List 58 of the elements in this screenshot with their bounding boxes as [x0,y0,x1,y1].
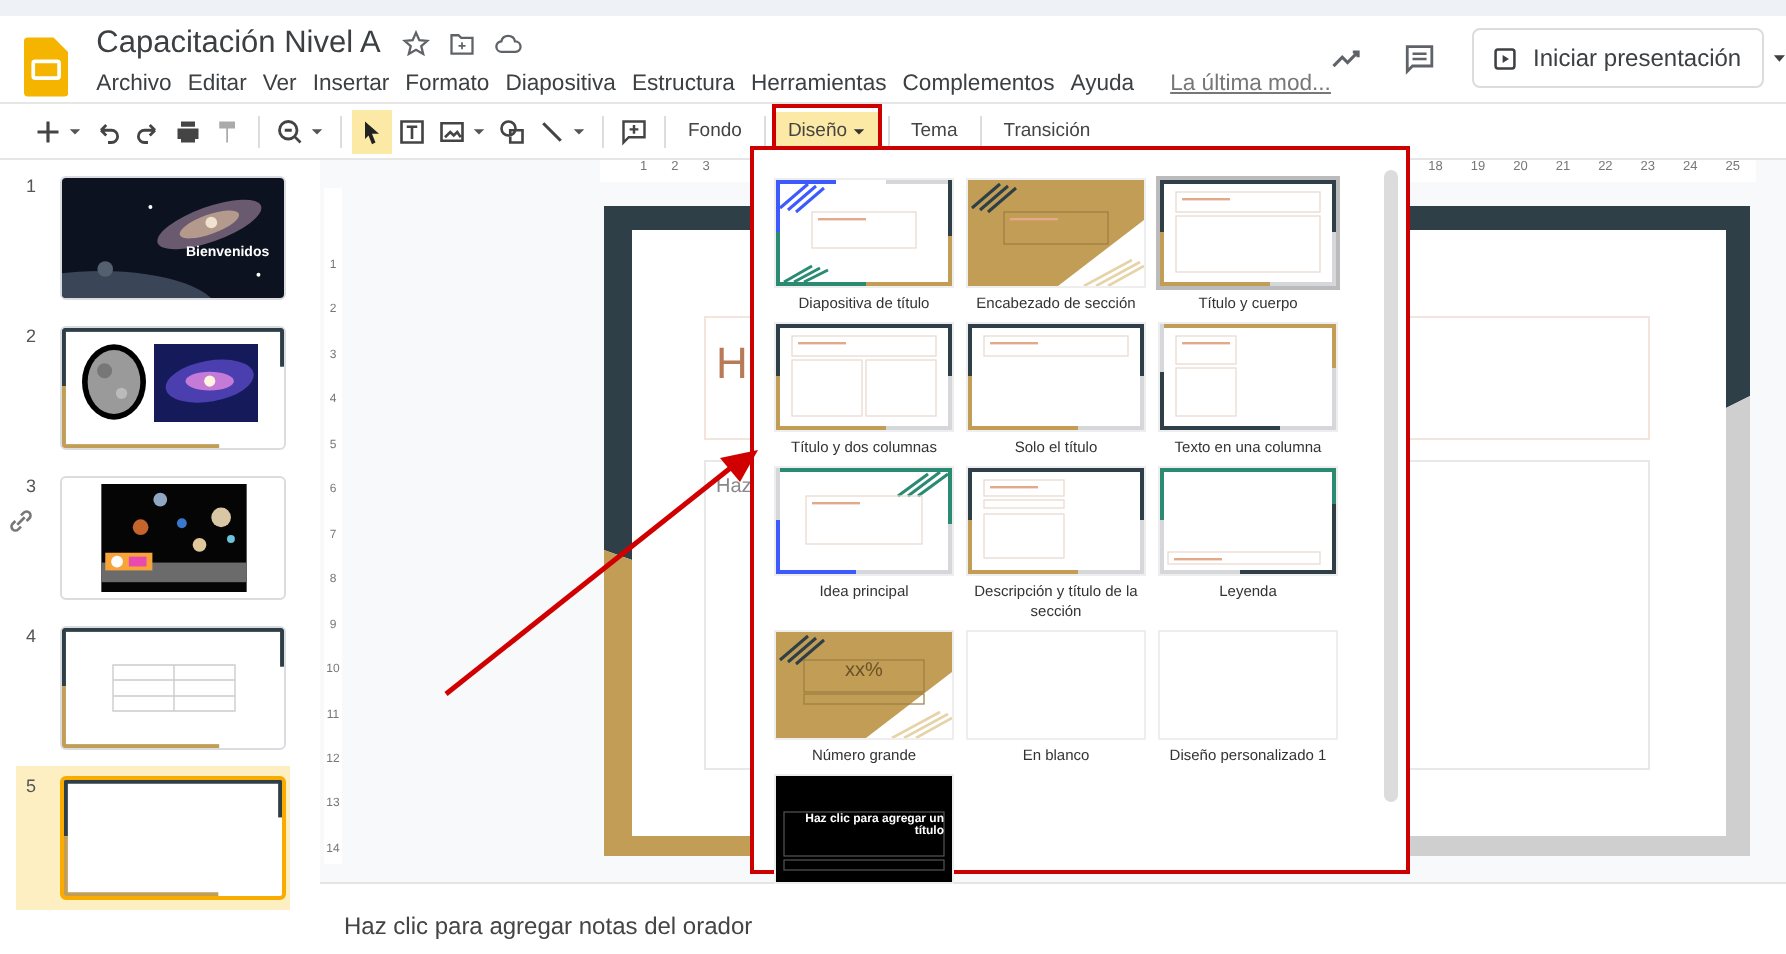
menu-item[interactable]: Archivo [96,72,172,96]
menu-item[interactable]: Diapositiva [505,72,616,96]
layout-thumbnail[interactable] [776,632,952,738]
print-icon [174,117,202,145]
menu-item[interactable]: Herramientas [750,72,887,96]
star-icon[interactable] [402,30,431,58]
link-icon[interactable] [8,508,34,534]
cloud-icon[interactable] [494,30,523,58]
image-icon [438,117,466,145]
scrollbar[interactable] [1384,170,1398,802]
comment-icon [620,117,648,145]
slide-number: 5 [26,776,37,796]
menu-item[interactable]: Estructura [631,72,735,96]
caret-icon [310,124,324,138]
slide-number: 1 [26,176,37,196]
add-icon [34,117,62,145]
toolbar-menu-button[interactable]: Tema [899,111,970,151]
textbox-icon [398,117,426,145]
select-tool-button[interactable] [352,109,392,153]
slide-number: 2 [26,326,37,346]
menu-item[interactable]: Complementos [902,72,1055,96]
shape-icon [498,117,526,145]
last-edit-link[interactable]: La última mod... [1170,72,1331,96]
layout-thumbnail[interactable] [968,468,1144,574]
menu-item[interactable]: Insertar [312,72,390,96]
layout-thumbnail[interactable] [776,468,952,574]
layout-thumbnail[interactable] [776,776,952,882]
layout-thumbnail[interactable] [1160,180,1336,286]
caret-icon [472,124,486,138]
layout-thumbnail[interactable] [968,324,1144,430]
zoom-icon [276,117,304,145]
caret-icon [572,124,586,138]
layout-thumbnail[interactable] [968,180,1144,286]
present-button[interactable]: Iniciar presentación [1471,28,1764,88]
play-icon [1493,47,1516,69]
slide-thumbnail[interactable] [60,476,286,600]
toolbar-menu-button[interactable]: Fondo [676,111,754,151]
slide-number: 3 [26,476,37,496]
menu-item[interactable]: Formato [405,72,490,96]
layout-thumbnail[interactable] [776,180,952,286]
folder-icon[interactable] [448,30,477,58]
slide-number: 4 [26,626,37,646]
caret-icon [851,124,866,138]
line-icon [538,117,566,145]
menu-item[interactable]: Editar [187,72,247,96]
table-drawing [111,664,235,712]
layout-thumbnail[interactable] [1160,324,1336,430]
menu-item[interactable]: Ver [262,72,297,96]
speaker-notes-field[interactable]: Haz clic para agregar notas del orador [320,882,1786,954]
menu-item[interactable]: Ayuda [1070,72,1135,96]
caret-icon[interactable] [1771,50,1786,66]
layout-thumbnail[interactable] [776,324,952,430]
layout-thumbnail[interactable] [1160,468,1336,574]
caret-icon [68,124,82,138]
layout-thumbnail-text: xx% [843,660,885,682]
comment-icon[interactable] [1402,40,1438,78]
toolbar-menu-button[interactable]: Transición [991,111,1103,151]
document-title[interactable]: Capacitación Nivel A [96,26,381,62]
